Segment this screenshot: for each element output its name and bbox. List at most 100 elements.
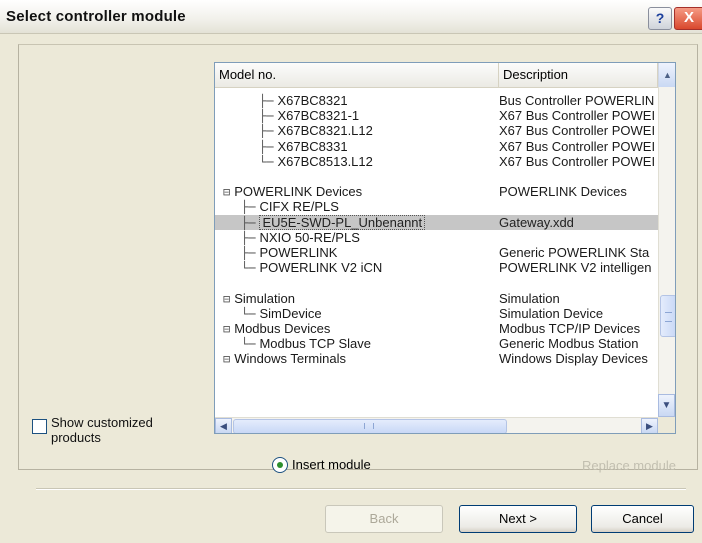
scroll-left-arrow-icon[interactable]: ◀: [215, 418, 232, 433]
list-item[interactable]: ⊟ POWERLINK Devices POWERLINK Devices: [215, 184, 658, 199]
model-number: POWERLINK: [259, 245, 338, 260]
list-item-description: Simulation Device: [499, 305, 604, 321]
model-number: X67BC8331: [277, 138, 348, 154]
list-item-description: X67 Bus Controller POWEI: [499, 123, 656, 139]
list-item[interactable]: ├─ X67BC8321-1 X67 Bus Controller POWEI: [215, 108, 658, 123]
list-item-model: ⊟ POWERLINK Devices: [215, 184, 513, 200]
tree-branch-icon: ├─: [241, 215, 256, 230]
replace-module-option: Replace module: [582, 458, 676, 473]
list-item[interactable]: ⊟ Windows Terminals Windows Display Device…: [215, 351, 658, 366]
scroll-corner: [658, 417, 675, 433]
list-item[interactable]: └─ X67BC8513.L12 X67 Bus Controller POWEI: [215, 154, 658, 169]
tree-branch-icon: ├─: [241, 230, 256, 245]
help-button[interactable]: ?: [648, 7, 672, 30]
list-rows: ├─ X67BC8321 Bus Controller POWERLIN ├─ X67B…: [215, 87, 658, 417]
grip-icon: [665, 312, 672, 322]
collapse-toggle-icon[interactable]: ⊟: [223, 292, 230, 306]
radio-selected-dot: [277, 462, 283, 468]
back-button: Back: [325, 505, 443, 533]
show-customized-checkbox[interactable]: [32, 419, 47, 434]
list-item-description: Generic POWERLINK Sta: [499, 245, 650, 260]
tree-branch-icon: └─: [241, 306, 256, 321]
insert-module-label: Insert module: [292, 457, 371, 472]
model-number: SimDevice: [259, 305, 322, 321]
model-number: POWERLINK V2 iCN: [259, 260, 383, 276]
model-number: X67BC8321: [277, 93, 348, 108]
list-item[interactable]: ├─ X67BC8331 X67 Bus Controller POWEI: [215, 139, 658, 154]
list-item-description: Modbus TCP/IP Devices: [499, 321, 641, 336]
vertical-scroll-thumb[interactable]: [660, 295, 675, 337]
list-item-model: ├─ POWERLINK: [215, 245, 531, 261]
model-number: Windows Terminals: [234, 351, 346, 367]
model-number: X67BC8321-1: [277, 108, 360, 124]
horizontal-scrollbar[interactable]: ◀ ▶: [215, 417, 658, 433]
next-button[interactable]: Next >: [459, 505, 577, 533]
model-number: EU5E-SWD-PL_Unbenannt: [259, 214, 426, 230]
list-item-model: └─ SimDevice: [215, 306, 531, 322]
list-item-description: X67 Bus Controller POWEI: [499, 138, 656, 154]
list-header: Model no. Description ▲: [215, 63, 675, 88]
list-item-description: Generic Modbus Station: [499, 336, 639, 352]
list-item-model: └─ POWERLINK V2 iCN: [215, 260, 531, 276]
column-header-model[interactable]: Model no.: [215, 63, 499, 87]
column-header-description[interactable]: Description: [499, 63, 658, 87]
model-number: X67BC8321.L12: [277, 123, 373, 139]
list-item-model: ├─ NXIO 50-RE/PLS: [215, 230, 531, 246]
list-item[interactable]: ⊟ Modbus Devices Modbus TCP/IP Devices: [215, 321, 658, 336]
scroll-right-arrow-icon[interactable]: ▶: [641, 418, 658, 433]
model-number: Modbus Devices: [234, 321, 331, 336]
list-item-description: Bus Controller POWERLIN: [499, 93, 655, 108]
list-item-model: ├─ EU5E-SWD-PL_Unbenannt: [215, 214, 531, 231]
list-item-model: ⊟ Modbus Devices: [215, 321, 513, 337]
tree-branch-icon: └─: [241, 337, 256, 352]
list-item[interactable]: [215, 169, 658, 184]
grip-icon: [364, 423, 374, 429]
back-button-label: Back: [369, 511, 399, 526]
insert-module-radio[interactable]: [272, 457, 288, 473]
tree-branch-icon: ├─: [259, 109, 274, 124]
list-item-model: ⊟ Windows Terminals: [215, 351, 513, 367]
tree-branch-icon: └─: [241, 261, 256, 276]
tree-branch-icon: ├─: [241, 200, 256, 215]
model-number: NXIO 50-RE/PLS: [259, 229, 360, 245]
list-item[interactable]: [215, 275, 658, 290]
list-item[interactable]: ├─ NXIO 50-RE/PLS: [215, 230, 658, 245]
title-bar: Select controller module ? X: [0, 0, 702, 34]
list-item[interactable]: ├─ CIFX RE/PLS: [215, 199, 658, 214]
list-item[interactable]: ├─ X67BC8321.L12 X67 Bus Controller POWEI: [215, 123, 658, 138]
list-item[interactable]: └─ POWERLINK V2 iCN POWERLINK V2 intellige…: [215, 260, 658, 275]
vertical-scrollbar[interactable]: [658, 87, 675, 418]
next-button-label: Next >: [499, 511, 537, 526]
cancel-button[interactable]: Cancel: [591, 505, 694, 533]
model-number: CIFX RE/PLS: [259, 199, 339, 215]
list-item[interactable]: ⊟ Simulation Simulation: [215, 291, 658, 306]
collapse-toggle-icon[interactable]: ⊟: [223, 322, 230, 336]
list-item[interactable]: ├─ POWERLINK Generic POWERLINK Sta: [215, 245, 658, 260]
scroll-down-arrow-icon[interactable]: ▼: [658, 394, 675, 417]
close-button[interactable]: X: [674, 7, 702, 30]
collapse-toggle-icon[interactable]: ⊟: [223, 352, 230, 366]
select-controller-dialog: Select controller module ? X Show custom…: [0, 0, 702, 543]
dialog-title: Select controller module: [6, 8, 186, 25]
model-number: Simulation: [234, 290, 295, 306]
list-item-description: X67 Bus Controller POWEI: [499, 108, 656, 124]
model-number: Modbus TCP Slave: [259, 336, 371, 352]
show-customized-label: Show customized products: [51, 415, 153, 445]
list-item-model: └─ Modbus TCP Slave: [215, 336, 531, 352]
list-item[interactable]: ├─ X67BC8321 Bus Controller POWERLIN: [215, 93, 658, 108]
list-item-description: Gateway.xdd: [499, 214, 574, 230]
horizontal-scroll-thumb[interactable]: [233, 419, 507, 433]
scroll-up-arrow-icon[interactable]: ▲: [658, 63, 675, 87]
list-item-description: POWERLINK Devices: [499, 184, 627, 200]
list-item-model: ⊟ Simulation: [215, 291, 513, 307]
list-item[interactable]: ├─ EU5E-SWD-PL_Unbenannt Gateway.xdd: [215, 214, 658, 231]
module-list[interactable]: Model no. Description ▲ ├─ X67BC8321 Bus C…: [214, 62, 676, 434]
collapse-toggle-icon[interactable]: ⊟: [223, 185, 230, 199]
list-item-description: Simulation: [499, 290, 560, 306]
list-item[interactable]: └─ SimDevice Simulation Device: [215, 306, 658, 321]
list-item-description: POWERLINK V2 intelligen: [499, 260, 652, 276]
list-item-description: X67 Bus Controller POWEI: [499, 153, 656, 169]
model-number: POWERLINK Devices: [234, 184, 363, 200]
tree-branch-icon: └─: [259, 154, 274, 169]
list-item[interactable]: └─ Modbus TCP Slave Generic Modbus Station: [215, 336, 658, 351]
